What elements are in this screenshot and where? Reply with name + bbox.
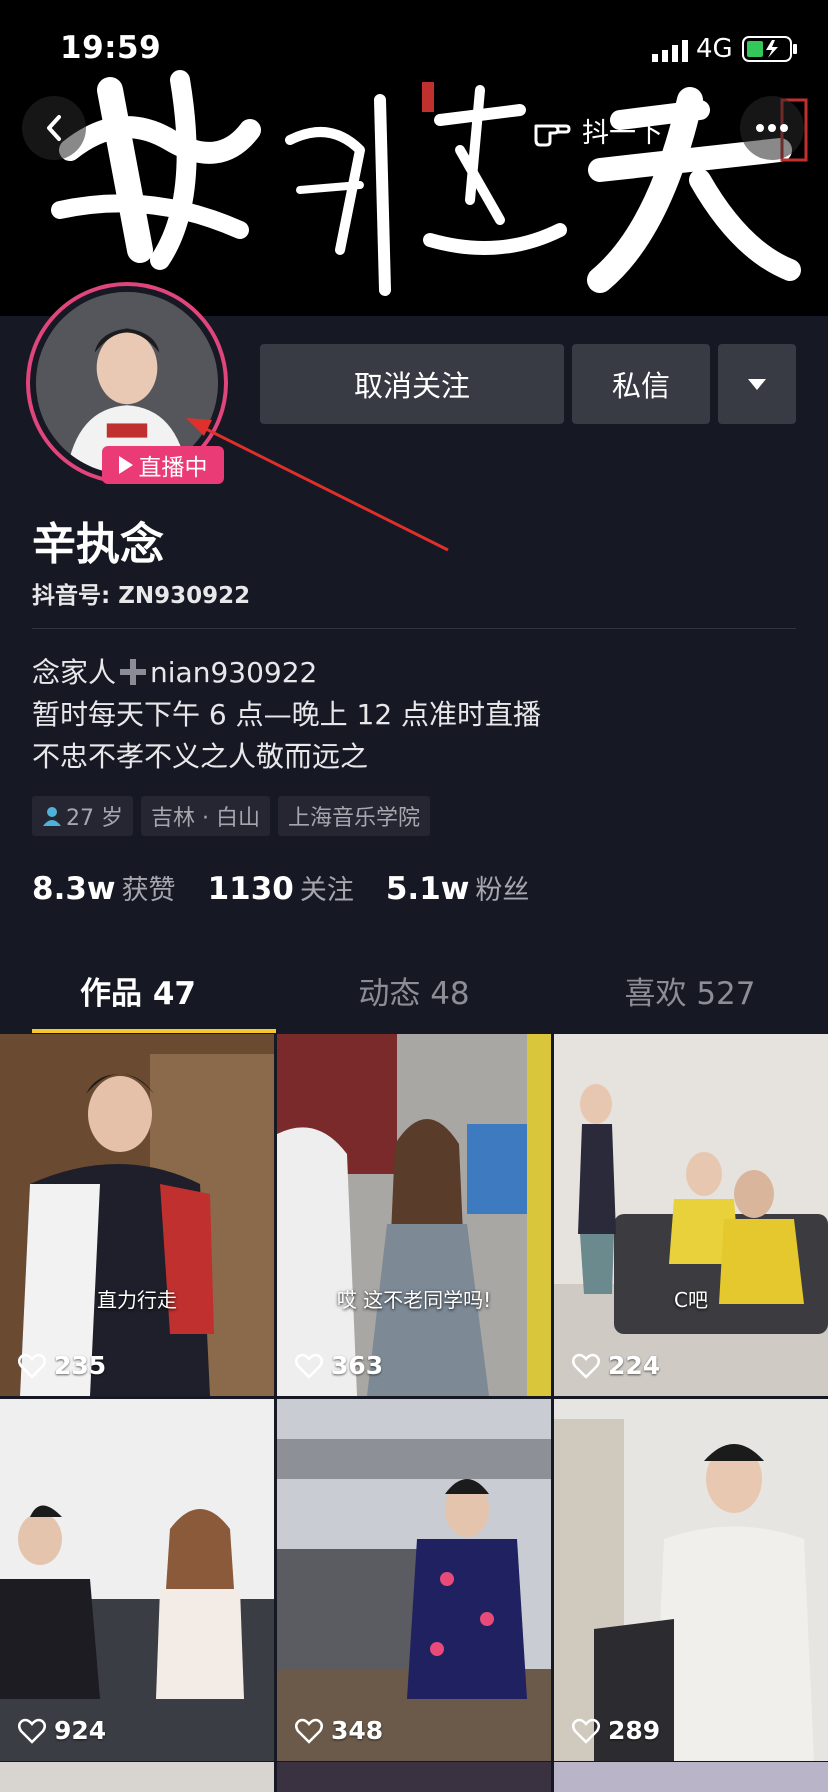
likes-count: 235 [54,1351,107,1380]
live-badge[interactable]: 直播中 [102,446,224,484]
message-button[interactable]: 私信 [572,344,710,424]
divider [32,628,796,629]
content-tabs: 作品 47 动态 48 喜欢 527 [0,956,828,1033]
likes-count: 348 [331,1716,384,1745]
video-thumbnail[interactable]: 哎 这不老同学吗! 363 [277,1034,551,1396]
bio: 念家人 nian930922 暂时每天下午 6 点—晚上 12 点准时直播 不忠不… [32,652,541,778]
likes-count: 289 [608,1716,661,1745]
video-thumbnail-partial[interactable] [554,1762,828,1792]
school-tag: 上海音乐学院 [277,796,430,836]
likes-label: 获赞 [121,875,176,906]
caret-down-icon [748,378,766,390]
likes-count: 8.3w [32,871,116,907]
status-bar: 19:59 4G [0,0,828,100]
heart-icon [295,1718,323,1744]
following-count: 1130 [207,871,294,907]
tab-works[interactable]: 作品 47 [0,956,276,1033]
video-thumbnail[interactable]: 289 [554,1399,828,1761]
tab-moments[interactable]: 动态 48 [276,956,552,1032]
bio-line-3: 不忠不孝不义之人敬而远之 [32,740,369,773]
signal-icon [652,40,688,62]
video-frame [0,1399,274,1761]
live-label: 直播中 [138,455,208,481]
battery-icon [742,36,797,62]
play-icon [118,456,133,474]
likes-count: 363 [331,1351,384,1380]
profile-tags: 27 岁 吉林 · 白山 上海音乐学院 [32,796,430,836]
followers-label: 粉丝 [475,875,530,906]
video-likes: 348 [295,1716,383,1745]
finger-point-icon [534,124,571,147]
age-label: 27 岁 [66,806,123,831]
following-stat[interactable]: 1130 关注 [208,868,354,907]
tab-liked[interactable]: 喜欢 527 [552,956,828,1032]
more-icon [756,124,788,132]
video-thumbnail[interactable]: 924 [0,1399,274,1761]
video-caption: C吧 [674,1288,708,1312]
video-caption: 直力行走 [97,1288,177,1312]
video-frame [554,1034,828,1396]
followers-count: 5.1w [385,871,470,907]
video-caption: 哎 这不老同学吗! [336,1288,492,1312]
likes-count: 924 [54,1716,107,1745]
profile-banner: 19:59 4G 抖一下 [0,0,828,316]
douyin-poke-label: 抖一下 [582,117,663,149]
video-thumbnail[interactable]: 直力行走 235 [0,1034,274,1396]
recommend-dropdown-button[interactable] [718,344,796,424]
heart-icon [572,1718,600,1744]
following-label: 关注 [299,875,354,906]
back-button[interactable] [22,96,86,160]
douyin-poke-button[interactable]: 抖一下 [532,108,663,152]
bio-line-2: 暂时每天下午 6 点—晚上 12 点准时直播 [32,698,542,731]
video-likes: 363 [295,1351,383,1380]
likes-count: 224 [608,1351,661,1380]
more-button[interactable] [740,96,804,160]
video-thumbnail[interactable]: C吧 224 [554,1034,828,1396]
video-grid: 直力行走 235 哎 这不老同学吗! 363 C吧 224 924 348 28… [0,1034,828,1761]
back-icon [47,115,61,141]
heart-icon [18,1718,46,1744]
status-time: 19:59 [60,30,162,66]
heart-icon [572,1353,600,1379]
video-likes: 289 [572,1716,660,1745]
plus-icon [120,659,147,685]
unfollow-button[interactable]: 取消关注 [260,344,564,424]
age-tag: 27 岁 [32,796,133,836]
video-frame [554,1399,828,1761]
video-likes: 924 [18,1716,106,1745]
person-icon [43,807,61,826]
video-likes: 224 [572,1351,660,1380]
video-frame [277,1034,551,1396]
likes-stat[interactable]: 8.3w 获赞 [32,868,176,907]
video-thumbnail-partial[interactable] [277,1762,551,1792]
network-type: 4G [696,34,733,64]
video-thumbnail[interactable]: 348 [277,1399,551,1761]
followers-stat[interactable]: 5.1w 粉丝 [386,868,530,907]
video-frame [277,1399,551,1761]
heart-icon [18,1353,46,1379]
heart-icon [295,1353,323,1379]
bio-line-1: 念家人 nian930922 [32,652,541,694]
video-likes: 235 [18,1351,106,1380]
bio-account: nian930922 [150,656,318,689]
location-tag: 吉林 · 白山 [141,796,270,836]
douyin-id: 抖音号: ZN930922 [32,583,251,609]
profile-stats: 8.3w 获赞 1130 关注 5.1w 粉丝 [32,868,529,907]
nickname: 辛执念 [32,519,164,570]
bio-prefix: 念家人 [32,656,117,689]
video-thumbnail-partial[interactable] [0,1762,274,1792]
video-frame [0,1034,274,1396]
next-row-peek [0,1762,828,1792]
